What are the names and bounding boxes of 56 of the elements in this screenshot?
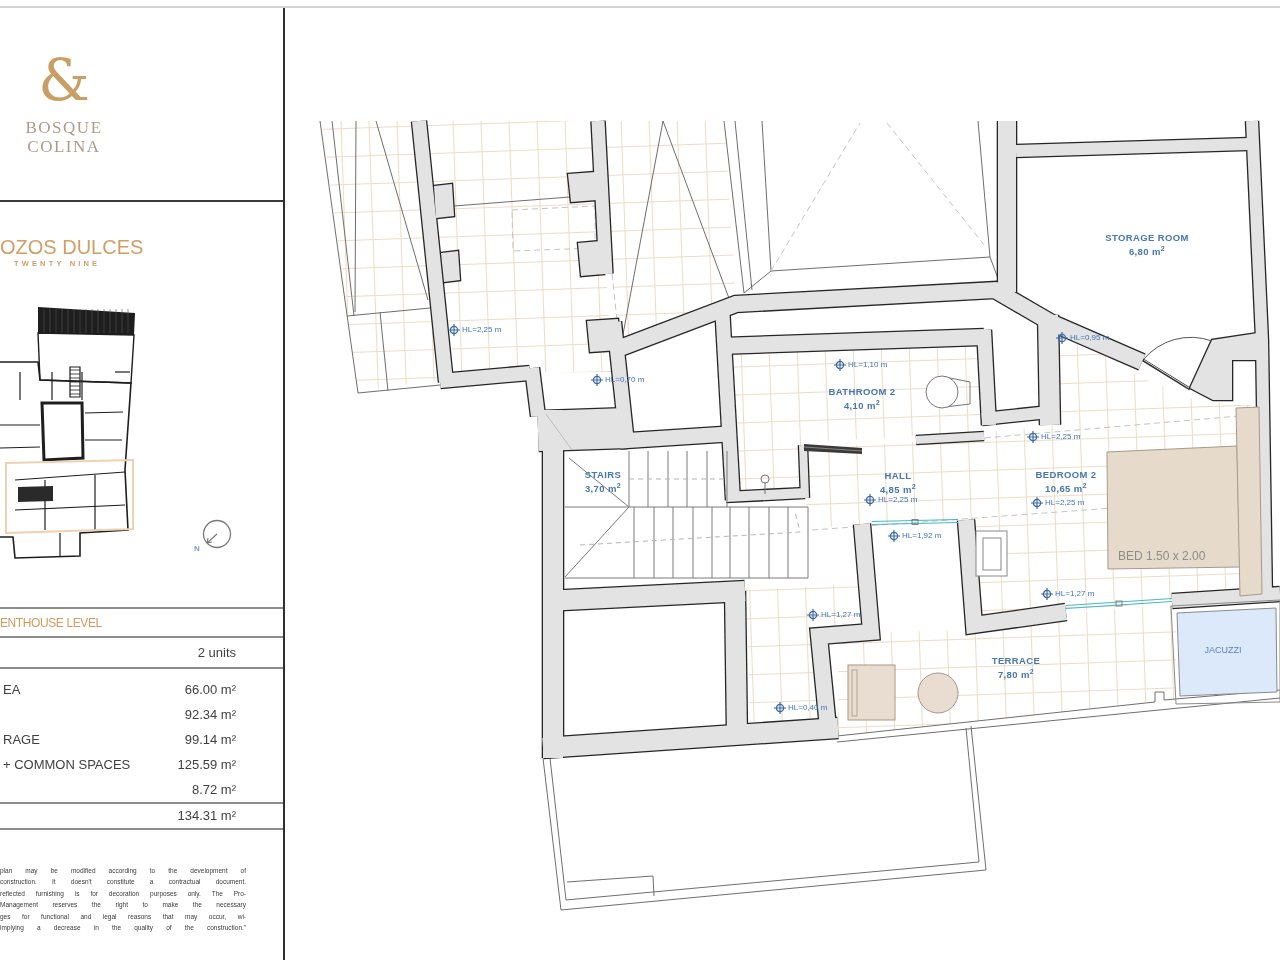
room-name: HALL: [884, 469, 912, 483]
room-name: BEDROOM 2: [1035, 468, 1097, 482]
room-name: BATHROOM 2: [828, 385, 896, 399]
room-area: 6,80 m$^{2}$: [1128, 245, 1166, 259]
crosshair-icon: [1041, 588, 1053, 600]
area-value: 66.00 m²: [184, 680, 236, 699]
crosshair-icon: [448, 324, 460, 336]
height-label: HL=2,25 m: [1041, 432, 1081, 442]
brand-name: BOSQUE: [25, 118, 103, 137]
height-label: HL=1,10 m: [848, 360, 888, 370]
room-name: STAIRS: [584, 468, 622, 482]
area-label: EA: [3, 680, 21, 699]
project-name: OZOS DULCES: [0, 235, 144, 259]
crosshair-icon: [1056, 332, 1068, 344]
compass-icon: [202, 519, 232, 549]
area-value: 99.14 m²: [184, 730, 236, 749]
shower-drain: [760, 474, 770, 495]
area-label: + COMMON SPACES: [3, 755, 131, 774]
total-area-value: 134.31 m²: [177, 807, 236, 826]
armchair: [847, 664, 896, 721]
toilet: [925, 375, 971, 409]
crosshair-icon: [807, 609, 819, 621]
area-value: 92.34 m²: [184, 705, 236, 724]
room-area: 3,70 m$^{2}$: [584, 482, 622, 496]
room-area: 4,10 m$^{2}$: [843, 399, 881, 413]
bed-label: BED 1.50 x 2.00: [1118, 549, 1206, 563]
logo-monogram: &: [38, 50, 90, 110]
crosshair-icon: [1027, 431, 1039, 443]
brand-name: COLINA: [27, 137, 101, 156]
area-value: 125.59 m²: [177, 755, 236, 774]
height-label: HL=2,25 m: [1045, 498, 1085, 508]
height-label: HL=1,92 m: [902, 531, 942, 541]
height-label: HL=1,27 m: [821, 610, 861, 620]
crosshair-icon: [834, 359, 846, 371]
room-area: 10,65 m$^{2}$: [1045, 482, 1087, 496]
crosshair-icon: [1031, 497, 1043, 509]
jacuzzi-label: JACUZZI: [1204, 645, 1242, 656]
crosshair-icon: [774, 702, 786, 714]
bedside-table: [975, 530, 1008, 577]
area-value: 8.72 m²: [191, 780, 236, 799]
round-table: [917, 672, 959, 714]
sliding-door: [803, 444, 863, 454]
height-label: HL=2,25 m: [878, 495, 918, 505]
compass-label: N: [194, 544, 200, 553]
area-label: RAGE: [3, 730, 40, 749]
room-area: 4,85 m$^{2}$: [879, 483, 917, 497]
level-title: ENTHOUSE LEVEL: [0, 614, 102, 632]
height-label: HL=1,27 m: [1055, 589, 1095, 599]
room-name: STORAGE ROOM: [1105, 231, 1189, 245]
crosshair-icon: [888, 530, 900, 542]
crosshair-icon: [864, 494, 876, 506]
height-label: HL=2,25 m: [462, 325, 502, 335]
room-name: TERRACE: [991, 654, 1041, 668]
crosshair-icon: [591, 374, 603, 386]
room-area: 7,80 m$^{2}$: [997, 668, 1035, 682]
unit-count: 2 units: [197, 643, 236, 662]
